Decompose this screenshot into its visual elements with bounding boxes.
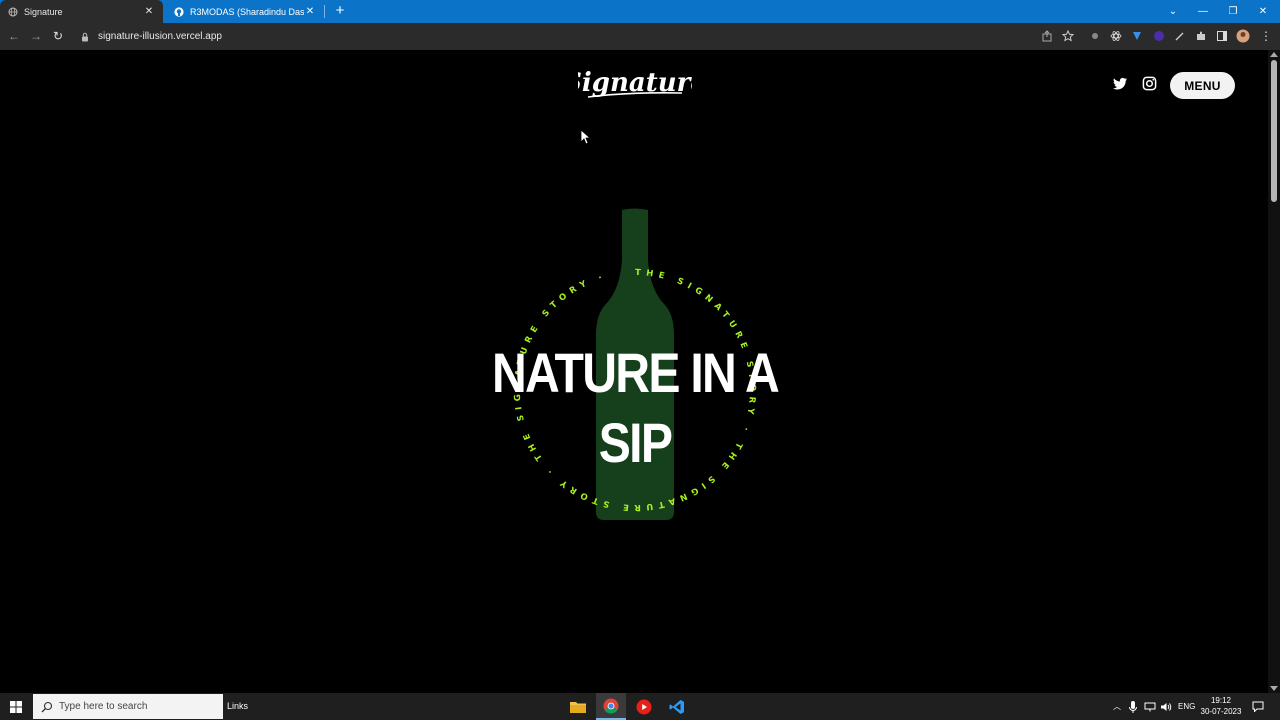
scroll-up-arrow-icon[interactable] <box>1270 52 1278 57</box>
puzzle-extensions-icon[interactable] <box>1195 30 1207 42</box>
volume-icon[interactable] <box>1160 693 1172 720</box>
hero-headline: NATURE IN A SIP <box>491 341 780 474</box>
extension-blue-icon[interactable] <box>1131 30 1143 42</box>
twitter-icon[interactable] <box>1113 76 1128 91</box>
taskbar-search-box[interactable]: Type here to search <box>33 694 223 719</box>
chrome-icon[interactable] <box>596 693 626 720</box>
taskbar-clock[interactable]: 19:12 30-07-2023 <box>1196 695 1246 717</box>
side-panel-icon[interactable] <box>1216 30 1228 42</box>
github-icon <box>174 6 184 17</box>
url-text: signature-illusion.vercel.app <box>98 31 222 42</box>
windows-taskbar: Type here to search Links ︿ ENG 19:12 30… <box>0 693 1280 720</box>
share-icon[interactable] <box>1041 30 1053 42</box>
microphone-icon[interactable] <box>1129 693 1137 720</box>
new-tab-button[interactable]: + <box>333 3 347 19</box>
forward-button[interactable]: → <box>29 29 43 43</box>
show-hidden-icons-icon[interactable]: ︿ <box>1113 693 1121 720</box>
windows-logo-icon <box>10 700 22 713</box>
tab-title: Signature <box>24 6 63 17</box>
website-page: Signature MENU THE SIGNATURE STORY · THE… <box>0 50 1268 693</box>
bookmark-star-icon[interactable] <box>1062 30 1074 42</box>
profile-avatar[interactable] <box>1236 29 1250 43</box>
address-bar[interactable]: signature-illusion.vercel.app <box>74 26 1084 47</box>
globe-icon <box>8 7 18 17</box>
file-explorer-icon[interactable] <box>563 693 593 720</box>
notifications-icon[interactable] <box>1252 693 1264 720</box>
vscode-icon[interactable] <box>662 693 692 720</box>
back-button[interactable]: ← <box>7 29 21 43</box>
tab-github[interactable]: R3MODAS (Sharadindu Das) ✕ <box>166 0 324 23</box>
signature-logo[interactable]: Signature <box>578 64 692 104</box>
search-icon <box>41 701 53 712</box>
network-icon[interactable] <box>1144 693 1156 720</box>
windows-start-button[interactable] <box>0 693 32 720</box>
browser-toolbar: ← → ↻ signature-illusion.vercel.app ⋮ <box>0 23 1280 50</box>
mouse-cursor-icon <box>580 129 590 145</box>
extension-purple-icon[interactable] <box>1153 30 1165 42</box>
menu-button[interactable]: MENU <box>1170 72 1235 99</box>
restore-button[interactable]: ❐ <box>1218 0 1248 23</box>
extension-icon[interactable] <box>1089 30 1101 42</box>
browser-menu-button[interactable]: ⋮ <box>1259 29 1273 43</box>
tab-separator <box>324 5 325 18</box>
browser-tab-strip: Signature ✕ R3MODAS (Sharadindu Das) ✕ +… <box>0 0 1280 23</box>
lock-icon <box>82 32 88 41</box>
youtube-music-icon[interactable] <box>629 693 659 720</box>
minimize-button[interactable]: — <box>1188 0 1218 23</box>
page-scrollbar[interactable] <box>1268 50 1280 693</box>
close-tab-icon[interactable]: ✕ <box>304 6 316 17</box>
tab-signature[interactable]: Signature ✕ <box>0 0 163 23</box>
language-indicator[interactable]: ENG <box>1178 693 1195 720</box>
tab-search-icon[interactable]: ⌄ <box>1158 0 1188 23</box>
search-placeholder: Type here to search <box>59 701 148 712</box>
tab-title: R3MODAS (Sharadindu Das) <box>190 6 304 17</box>
pen-icon[interactable] <box>1174 30 1186 42</box>
links-toolbar[interactable]: Links <box>227 701 248 711</box>
reload-button[interactable]: ↻ <box>51 29 65 43</box>
close-tab-icon[interactable]: ✕ <box>143 6 155 17</box>
clock-date: 30-07-2023 <box>1200 707 1242 716</box>
instagram-icon[interactable] <box>1142 76 1157 91</box>
react-devtools-icon[interactable] <box>1110 30 1122 42</box>
scroll-down-arrow-icon[interactable] <box>1270 686 1278 691</box>
close-window-button[interactable]: ✕ <box>1248 0 1278 23</box>
clock-time: 19:12 <box>1210 696 1232 705</box>
scrollbar-thumb[interactable] <box>1271 60 1277 202</box>
